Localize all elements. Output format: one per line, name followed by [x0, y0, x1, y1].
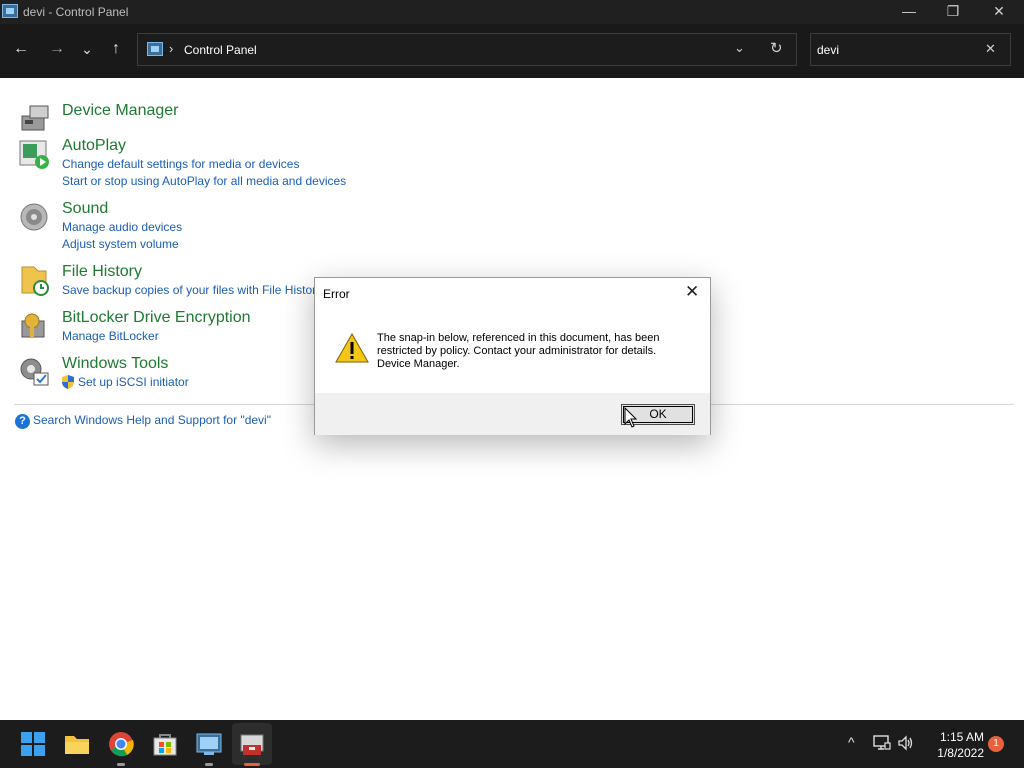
result-heading[interactable]: Device Manager	[62, 102, 179, 120]
control-panel-icon[interactable]	[196, 731, 222, 757]
result-heading[interactable]: Sound	[62, 200, 108, 218]
navigation-bar: ← → ⌄ ↑ › Control Panel ⌄ ↻ ✕	[0, 24, 1024, 78]
help-link-text[interactable]: Search Windows Help and Support for "dev…	[33, 413, 271, 427]
warning-icon	[335, 333, 369, 363]
screen: devi - Control Panel — ❐ ✕ ← → ⌄ ↑ › Con…	[0, 0, 1024, 768]
autoplay-icon	[19, 140, 49, 169]
up-button[interactable]: ↑	[103, 36, 129, 62]
bitlocker-icon	[21, 313, 45, 338]
result-heading[interactable]: BitLocker Drive Encryption	[62, 309, 251, 327]
recent-locations-button[interactable]: ⌄	[74, 36, 100, 62]
result-link[interactable]: Set up iSCSI initiator	[78, 375, 189, 389]
sound-icon	[20, 203, 48, 231]
result-link[interactable]: Manage audio devices	[62, 220, 182, 234]
back-button[interactable]: ←	[8, 36, 34, 62]
clock-time: 1:15 AM	[939, 730, 984, 744]
result-link[interactable]: Save backup copies of your files with Fi…	[62, 283, 322, 297]
window-title: devi - Control Panel	[23, 5, 129, 19]
result-link[interactable]: Manage BitLocker	[62, 329, 159, 343]
notification-badge[interactable]: 1	[988, 736, 1004, 752]
store-icon[interactable]	[152, 731, 178, 757]
uac-shield-icon	[62, 375, 74, 389]
result-heading[interactable]: File History	[62, 263, 142, 281]
control-panel-icon	[2, 4, 18, 18]
running-indicator	[205, 763, 213, 766]
help-icon: ?	[15, 414, 30, 429]
running-indicator	[117, 763, 125, 766]
chrome-icon[interactable]	[108, 731, 134, 757]
network-icon[interactable]	[873, 735, 891, 751]
close-window-button[interactable]: ✕	[976, 0, 1022, 24]
dialog-message: The snap-in below, referenced in this do…	[377, 332, 697, 371]
dialog-message-text: The snap-in below, referenced in this do…	[377, 332, 660, 357]
result-heading[interactable]: AutoPlay	[62, 137, 126, 155]
result-heading[interactable]: Windows Tools	[62, 355, 168, 373]
show-hidden-icons-chevron[interactable]: ^	[848, 734, 855, 750]
minimize-button[interactable]: —	[886, 0, 932, 24]
windows-tools-icon	[20, 358, 49, 386]
restore-button[interactable]: ❐	[930, 0, 976, 24]
dialog-footer: OK	[315, 393, 710, 435]
dialog-close-button[interactable]: ✕	[685, 282, 699, 302]
active-indicator	[244, 763, 260, 766]
result-link[interactable]: Adjust system volume	[62, 237, 179, 251]
control-panel-icon	[147, 42, 163, 56]
result-link[interactable]: Change default settings for media or dev…	[62, 157, 299, 171]
breadcrumb-control-panel[interactable]: Control Panel	[184, 43, 257, 57]
title-bar: devi - Control Panel — ❐ ✕	[0, 0, 1024, 24]
start-icon[interactable]	[20, 731, 46, 757]
file-explorer-icon[interactable]	[64, 731, 90, 757]
clear-search-button[interactable]: ✕	[985, 41, 996, 57]
help-search-link[interactable]: ? Search Windows Help and Support for "de…	[15, 413, 271, 429]
refresh-button[interactable]: ↻	[770, 39, 783, 57]
volume-icon[interactable]	[897, 735, 915, 751]
forward-button[interactable]: →	[44, 36, 70, 62]
toolbox-icon[interactable]	[239, 731, 265, 757]
device-manager-icon	[21, 105, 49, 131]
address-dropdown-icon[interactable]: ⌄	[734, 40, 745, 56]
search-input[interactable]	[817, 41, 977, 59]
result-link[interactable]: Start or stop using AutoPlay for all med…	[62, 174, 346, 188]
file-history-icon	[21, 266, 49, 296]
breadcrumb-separator-icon: ›	[169, 41, 174, 56]
mouse-cursor-icon	[624, 407, 638, 428]
taskbar: ^ 1:15 AM 1/8/2022	[0, 720, 1024, 768]
search-box: ✕	[810, 33, 1011, 66]
dialog-message-snapin: Device Manager.	[377, 358, 460, 370]
error-dialog: Error ✕ The snap-in below, referenced in…	[314, 277, 711, 435]
clock-date: 1/8/2022	[937, 746, 984, 760]
address-bar[interactable]: › Control Panel ⌄ ↻	[137, 33, 797, 66]
dialog-title: Error	[323, 287, 350, 301]
taskbar-clock[interactable]: 1:15 AM 1/8/2022	[926, 729, 984, 761]
